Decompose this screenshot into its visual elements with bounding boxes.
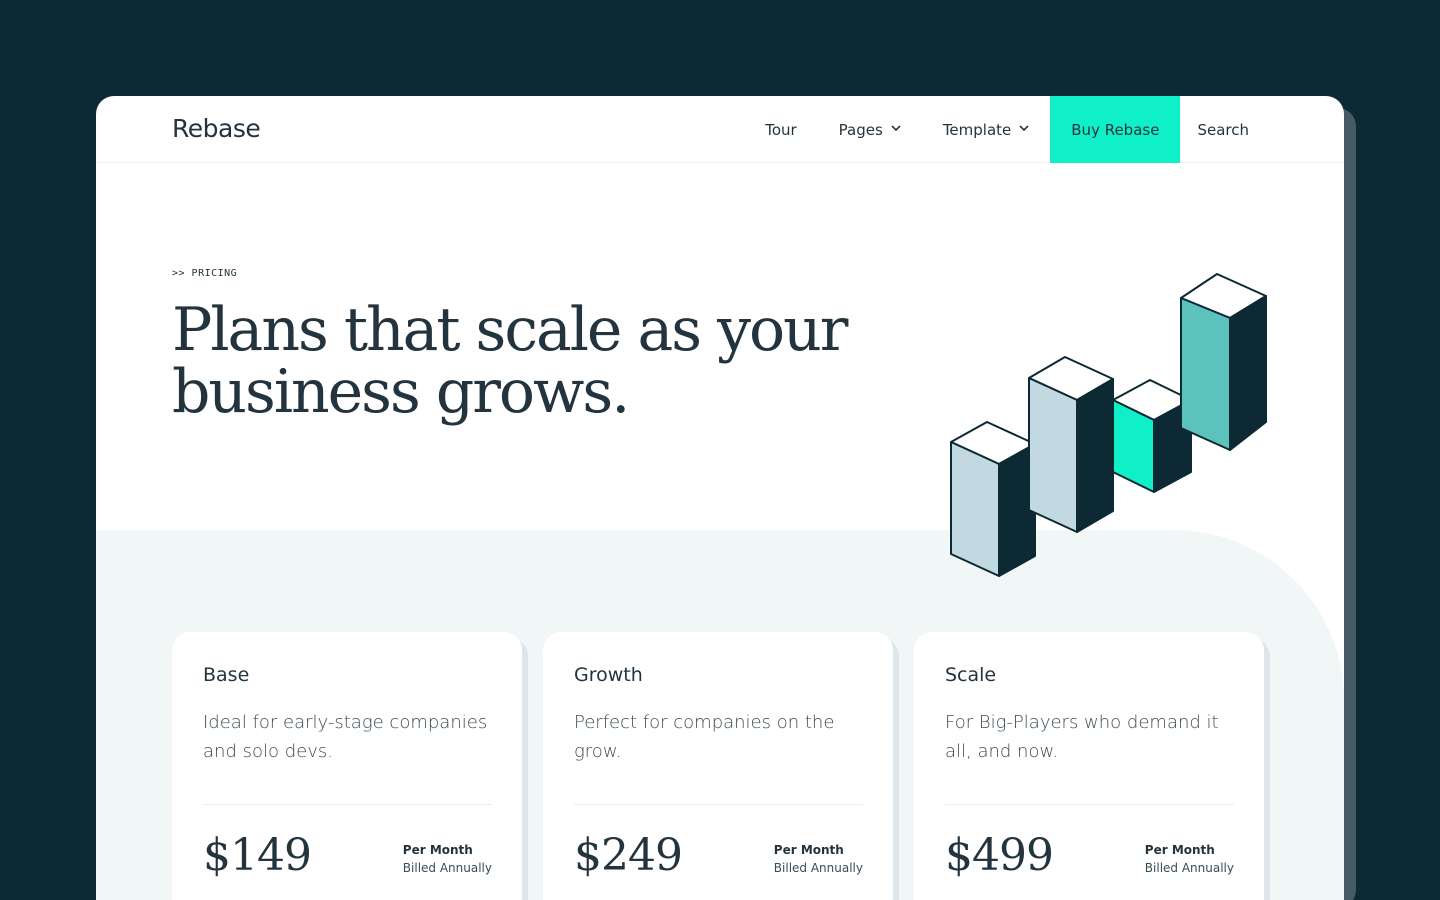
chevron-down-icon	[891, 122, 901, 135]
nav-item-tour[interactable]: Tour	[744, 96, 817, 163]
plan-description: Perfect for companies on the grow.	[574, 712, 835, 762]
chevron-down-icon	[1019, 122, 1029, 135]
search-label: Search	[1197, 120, 1249, 139]
plan-card-scale: Scale For Big-Players who demand it all,…	[914, 632, 1270, 900]
billing-period: Per Month	[1144, 843, 1215, 857]
price-row: $499 Per Month Billed Annually	[945, 833, 1234, 879]
price-row: $149 Per Month Billed Annually	[203, 833, 492, 879]
nav-item-pages[interactable]: Pages	[818, 96, 922, 163]
plan-card: Scale For Big-Players who demand it all,…	[914, 632, 1264, 900]
section-eyebrow: >> PRICING	[172, 268, 238, 279]
price-row: $249 Per Month Billed Annually	[574, 833, 863, 879]
plan-card-base: Base Ideal for early-stage companies and…	[172, 632, 528, 900]
billing-info: Per Month Billed Annually	[1145, 833, 1234, 875]
billing-cycle: Billed Annually	[402, 861, 492, 875]
billing-period: Per Month	[402, 843, 473, 857]
pricing-cards: Base Ideal for early-stage companies and…	[172, 632, 1270, 900]
plan-price: $149	[203, 830, 312, 881]
nav-item-label: Template	[942, 120, 1012, 139]
nav-menu: Tour Pages Template Buy Rebase Search	[744, 96, 1344, 163]
billing-info: Per Month Billed Annually	[403, 833, 492, 875]
plan-card-growth: Growth Perfect for companies on the grow…	[543, 632, 899, 900]
billing-cycle: Billed Annually	[773, 861, 863, 875]
plan-name: Growth	[574, 664, 643, 686]
buy-rebase-button[interactable]: Buy Rebase	[1050, 96, 1181, 163]
plan-price: $499	[945, 830, 1054, 881]
buy-button-label: Buy Rebase	[1071, 120, 1160, 139]
browser-window: Rebase Tour Pages Template Buy Rebase Se…	[96, 96, 1344, 900]
plan-description: Ideal for early-stage companies and solo…	[203, 712, 488, 762]
plan-name: Base	[203, 664, 250, 686]
billing-period: Per Month	[773, 843, 844, 857]
plan-description: For Big-Players who demand it all, and n…	[945, 712, 1219, 762]
nav-item-label: Tour	[765, 120, 797, 139]
brand-logo[interactable]: Rebase	[172, 114, 261, 143]
billing-cycle: Billed Annually	[1144, 861, 1234, 875]
page-title: Plans that scale as your business grows.	[172, 295, 848, 427]
billing-info: Per Month Billed Annually	[774, 833, 863, 875]
divider	[574, 804, 863, 805]
plan-name: Scale	[945, 664, 997, 686]
plan-card: Base Ideal for early-stage companies and…	[172, 632, 522, 900]
nav-item-label: Pages	[838, 120, 883, 139]
plan-card: Growth Perfect for companies on the grow…	[543, 632, 893, 900]
hero-section: >> PRICING Plans that scale as your busi…	[172, 268, 892, 423]
nav-item-template[interactable]: Template	[922, 96, 1050, 163]
divider	[945, 804, 1234, 805]
plan-price: $249	[574, 830, 683, 881]
divider	[203, 804, 492, 805]
isometric-bars-illustration	[950, 273, 1267, 577]
search-link[interactable]: Search	[1180, 96, 1344, 163]
top-navbar: Rebase Tour Pages Template Buy Rebase Se…	[96, 96, 1344, 163]
